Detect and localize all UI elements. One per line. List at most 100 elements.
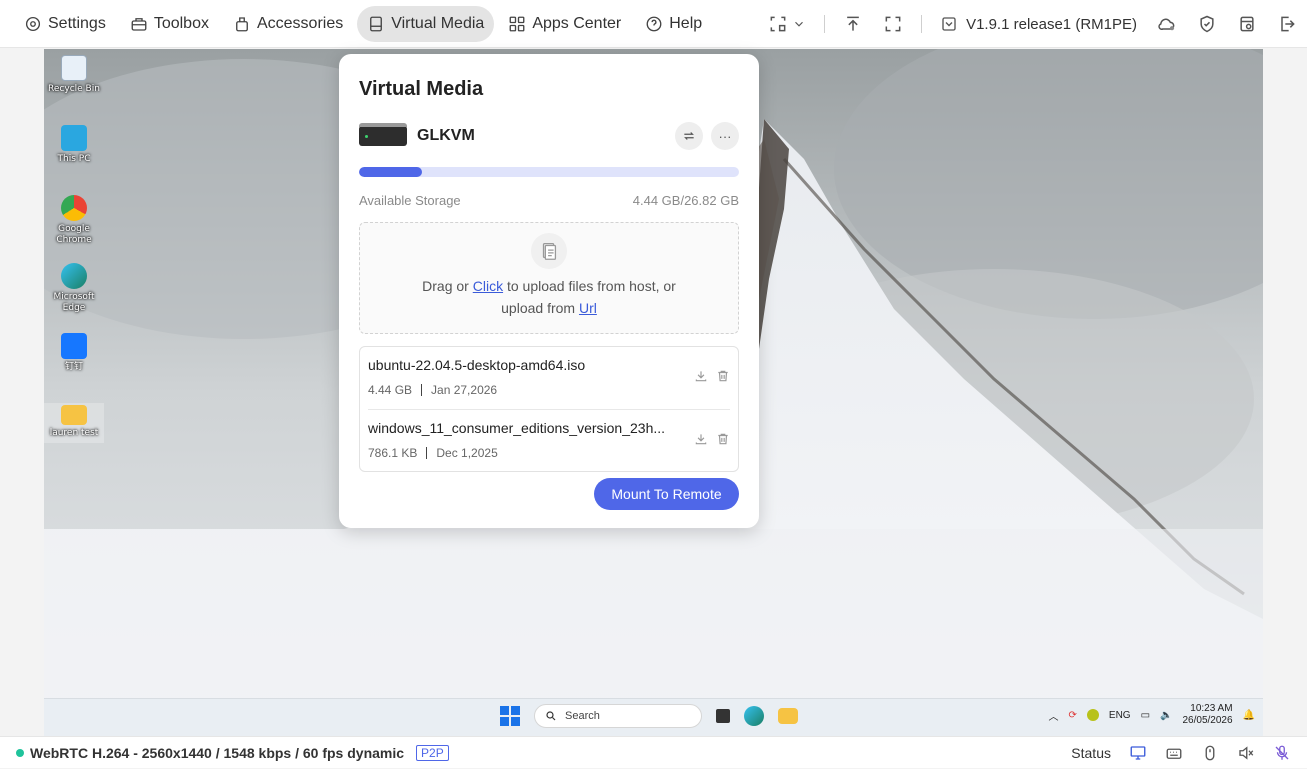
collapse-toolbar-button[interactable]	[833, 0, 873, 48]
file-actions	[694, 369, 730, 383]
main-nav: Settings Toolbox Accessories Virtual Med…	[0, 0, 716, 47]
edge-taskbar-icon[interactable]	[744, 706, 764, 726]
upload-instructions: Drag or Click to upload files from host,…	[360, 275, 738, 319]
trash-icon[interactable]	[716, 369, 730, 383]
mount-to-remote-button[interactable]: Mount To Remote	[594, 478, 739, 510]
file-date: Jan 27,2026	[431, 383, 498, 397]
more-options-button[interactable]: ···	[711, 122, 739, 150]
nav-accessories-label: Accessories	[256, 14, 344, 32]
speaker-muted-icon[interactable]	[1237, 744, 1255, 762]
gear-icon	[25, 16, 41, 31]
storage-label: Available Storage	[359, 193, 461, 208]
folder-icon	[61, 405, 87, 425]
file-name: windows_11_consumer_editions_version_23h…	[368, 420, 666, 436]
logout-icon	[1281, 16, 1295, 32]
file-size: 4.44 GB	[368, 383, 413, 397]
storage-info: Available Storage 4.44 GB/26.82 GB	[359, 193, 739, 208]
toolbox-icon	[131, 17, 147, 31]
nav-accessories[interactable]: Accessories	[223, 6, 353, 42]
taskbar-search-label: Search	[565, 710, 600, 722]
network-icon[interactable]: ▭	[1141, 710, 1150, 721]
screenshot-menu-button[interactable]	[758, 0, 816, 48]
edge-icon	[61, 263, 87, 289]
meta-divider	[421, 384, 423, 396]
file-date: Dec 1,2025	[436, 446, 498, 460]
nav-apps-center-label: Apps Center	[532, 14, 622, 32]
chrome-icon	[61, 195, 87, 221]
desktop-icon-label: Recycle Bin	[48, 84, 100, 94]
file-explorer-icon[interactable]	[778, 708, 798, 724]
microphone-muted-icon[interactable]	[1273, 744, 1291, 762]
desktop-icon-dingtalk[interactable]: 钉钉	[44, 333, 104, 373]
connection-mode-badge: P2P	[416, 744, 449, 761]
cloud-button[interactable]	[1147, 0, 1187, 48]
accessories-icon	[236, 16, 248, 31]
sync-tray-icon[interactable]: ⟳	[1069, 710, 1077, 721]
stream-info-text: WebRTC H.264 - 2560x1440 / 1548 kbps / 6…	[30, 744, 405, 761]
nav-apps-center[interactable]: Apps Center	[498, 6, 631, 42]
download-icon[interactable]	[694, 369, 708, 383]
trash-icon[interactable]	[716, 432, 730, 446]
firmware-version-label: V1.9.1 release1 (RM1PE)	[966, 15, 1137, 33]
taskbar-search[interactable]: Search	[534, 704, 702, 728]
nav-help[interactable]: Help	[635, 6, 712, 42]
status-label[interactable]: Status	[1071, 745, 1111, 761]
notification-icon[interactable]: 🔔	[1243, 710, 1255, 721]
desktop-icon-this-pc[interactable]: This PC	[44, 125, 104, 165]
task-view-icon[interactable]	[716, 709, 730, 723]
upload-dropzone[interactable]: Drag or Click to upload files from host,…	[359, 222, 739, 334]
logout-button[interactable]	[1267, 0, 1307, 48]
url-upload-link[interactable]: Url	[579, 300, 597, 316]
mouse-icon[interactable]	[1201, 744, 1219, 762]
security-button[interactable]	[1187, 0, 1227, 48]
keyboard-icon[interactable]	[1165, 744, 1183, 762]
drive-icon	[370, 16, 383, 31]
file-item[interactable]: ubuntu-22.04.5-desktop-amd64.iso 4.44 GB…	[368, 347, 730, 409]
file-list: ubuntu-22.04.5-desktop-amd64.iso 4.44 GB…	[359, 346, 739, 472]
clock-time: 10:23 AM	[1190, 703, 1233, 714]
desktop-icon-label: This PC	[57, 154, 91, 164]
firmware-box-icon	[942, 17, 956, 31]
shield-check-icon	[1200, 15, 1214, 33]
nav-virtual-media-label: Virtual Media	[391, 14, 485, 32]
monitor-icon[interactable]	[1129, 744, 1147, 762]
desktop-icon-label: Google Chrome	[56, 224, 92, 245]
status-bar: WebRTC H.264 - 2560x1440 / 1548 kbps / 6…	[0, 736, 1307, 768]
desktop-icon-label: lauren test	[49, 428, 99, 438]
chevron-up-icon[interactable]: ︿	[1049, 708, 1059, 723]
notes-icon	[1240, 16, 1254, 32]
status-tools: Status	[1071, 737, 1291, 769]
swap-icon	[684, 132, 694, 140]
drop-text-line2: upload from	[501, 300, 579, 316]
kvm-device-icon	[359, 123, 407, 146]
switch-button[interactable]	[675, 122, 703, 150]
file-item[interactable]: windows_11_consumer_editions_version_23h…	[368, 409, 730, 471]
download-icon[interactable]	[694, 432, 708, 446]
screenshot-icon	[770, 16, 786, 32]
divider	[824, 15, 826, 33]
taskbar-center: Search	[500, 704, 798, 728]
file-size: 786.1 KB	[368, 446, 418, 460]
nav-toolbox[interactable]: Toolbox	[120, 6, 219, 42]
nav-settings[interactable]: Settings	[14, 6, 116, 42]
file-meta: 786.1 KB Dec 1,2025	[368, 446, 730, 460]
recycle-bin-icon	[61, 55, 87, 81]
nav-virtual-media[interactable]: Virtual Media	[357, 5, 495, 42]
desktop-icon-recycle-bin[interactable]: Recycle Bin	[44, 55, 104, 95]
firmware-version[interactable]: V1.9.1 release1 (RM1PE)	[930, 15, 1147, 33]
help-circle-icon	[646, 16, 662, 31]
app-tray-icon[interactable]	[1086, 709, 1099, 721]
volume-icon[interactable]: 🔈	[1160, 710, 1172, 721]
windows-start-icon[interactable]	[500, 706, 520, 726]
desktop-icon-edge[interactable]: Microsoft Edge	[44, 263, 104, 314]
clock-date: 26/05/2026	[1182, 715, 1233, 726]
desktop-icon-chrome[interactable]: Google Chrome	[44, 195, 104, 246]
fullscreen-button[interactable]	[873, 0, 913, 48]
online-status-dot	[16, 748, 24, 757]
search-icon	[546, 711, 556, 721]
desktop-icon-folder[interactable]: lauren test	[44, 403, 104, 443]
language-indicator[interactable]: ENG	[1109, 710, 1131, 721]
notes-button[interactable]	[1227, 0, 1267, 48]
taskbar-clock[interactable]: 10:23 AM 26/05/2026	[1182, 703, 1232, 727]
click-upload-link[interactable]: Click	[473, 278, 503, 294]
